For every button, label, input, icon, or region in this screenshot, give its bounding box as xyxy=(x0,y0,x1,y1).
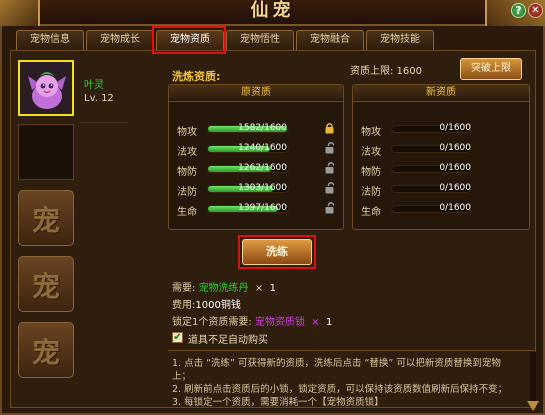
breakthrough-limit-button[interactable]: 突破上限 xyxy=(460,58,522,80)
unlocked-padlock-icon[interactable] xyxy=(325,142,335,154)
stat-label: 法防 xyxy=(361,187,381,198)
pet-slot-selected[interactable] xyxy=(18,60,74,116)
stat-row: 物攻 0/1600 xyxy=(353,121,529,138)
hint-text-box: 1. 点击 “洗练” 可获得新的资质，洗练后点击 “替换” 可以把新资质替换到宠… xyxy=(168,350,536,408)
tab-pet-growth[interactable]: 宠物成长 xyxy=(86,30,154,50)
pet-slot-locked[interactable]: 宠 xyxy=(18,322,74,378)
active-tab-highlight xyxy=(152,26,226,54)
stat-label: 法攻 xyxy=(177,147,197,158)
locked-slot-glyph: 宠 xyxy=(31,204,60,237)
stat-label: 法攻 xyxy=(361,147,381,158)
stat-row: 生命 1397/1600 xyxy=(169,201,343,218)
stat-row: 物防 1262/1600 xyxy=(169,161,343,178)
stat-row: 法攻 1240/1600 xyxy=(169,141,343,158)
tab-bar: 宠物信息 宠物成长 宠物资质 宠物悟性 宠物融合 宠物技能 xyxy=(10,28,535,50)
hint-line: 2. 刷新前点击资质后的小锁，锁定资质，可以保持该资质数值刷新后保持不变； xyxy=(172,384,508,395)
stat-value: 0/1600 xyxy=(439,183,471,193)
wash-button[interactable]: 洗练 xyxy=(242,239,312,265)
stat-value: 1582/1600 xyxy=(238,123,287,133)
lock-label: 锁定1个资质需要: xyxy=(172,317,252,328)
stat-label: 物防 xyxy=(361,167,381,178)
stat-row: 法攻 0/1600 xyxy=(353,141,529,158)
stat-value: 0/1600 xyxy=(439,143,471,153)
divider xyxy=(80,122,128,123)
lock-count: 1 xyxy=(326,317,333,328)
tab-pet-info[interactable]: 宠物信息 xyxy=(16,30,84,50)
stat-value: 0/1600 xyxy=(439,203,471,213)
hint-line: 上； xyxy=(172,371,192,382)
stat-value: 1303/1600 xyxy=(238,183,287,193)
aptitude-limit-label: 资质上限: 1600 xyxy=(350,66,422,77)
auto-buy-checkbox[interactable]: ✔ xyxy=(172,332,183,343)
auto-buy-label: 道具不足自动购买 xyxy=(188,335,268,346)
stat-row: 法防 1303/1600 xyxy=(169,181,343,198)
window-title: 仙宠 xyxy=(250,0,295,21)
original-aptitude-header: 原资质 xyxy=(169,85,343,102)
close-icon[interactable]: ✕ xyxy=(528,3,543,18)
stat-label: 物攻 xyxy=(361,127,381,138)
stat-row: 物攻 1582/1600 xyxy=(169,121,343,138)
stat-value: 0/1600 xyxy=(439,163,471,173)
help-icon[interactable]: ? xyxy=(511,3,526,18)
pet-slot-locked[interactable]: 宠 xyxy=(18,190,74,246)
stat-row: 物防 0/1600 xyxy=(353,161,529,178)
tab-pet-insight[interactable]: 宠物悟性 xyxy=(226,30,294,50)
pet-slot-locked[interactable]: 宠 xyxy=(18,256,74,312)
unlocked-padlock-icon[interactable] xyxy=(325,202,335,214)
hint-scrollbar[interactable] xyxy=(530,352,536,402)
locked-slot-glyph: 宠 xyxy=(31,336,60,369)
wash-section-title: 洗炼资质: xyxy=(172,70,221,83)
pet-avatar-icon xyxy=(28,72,66,109)
stat-label: 物攻 xyxy=(177,127,197,138)
pet-slot-empty[interactable] xyxy=(18,124,74,180)
requirement-line: 需要: 宠物洗练丹 × 1 xyxy=(172,279,276,294)
stat-label: 生命 xyxy=(177,207,197,218)
stat-label: 法防 xyxy=(177,187,197,198)
hint-line: 3. 每锁定一个资质，需要消耗一个【宠物资质锁】 xyxy=(172,397,384,408)
need-times: × xyxy=(254,283,264,294)
pet-level: Lv. 12 xyxy=(84,93,114,104)
stat-value: 1397/1600 xyxy=(238,203,287,213)
unlocked-padlock-icon[interactable] xyxy=(325,162,335,174)
stat-label: 生命 xyxy=(361,207,381,218)
stat-row: 生命 0/1600 xyxy=(353,201,529,218)
stat-value: 0/1600 xyxy=(439,123,471,133)
stat-value: 1240/1600 xyxy=(238,143,287,153)
cost-label: 费用: xyxy=(172,300,196,311)
stat-row: 法防 0/1600 xyxy=(353,181,529,198)
locked-slot-glyph: 宠 xyxy=(31,270,60,303)
stat-value: 1262/1600 xyxy=(238,163,287,173)
need-item-link[interactable]: 宠物洗练丹 xyxy=(199,283,249,294)
cost-line: 费用:1000铜钱 xyxy=(172,296,241,311)
lock-item-link[interactable]: 宠物资质锁 xyxy=(255,317,305,328)
tab-pet-skills[interactable]: 宠物技能 xyxy=(366,30,434,50)
tab-pet-fusion[interactable]: 宠物融合 xyxy=(296,30,364,50)
new-aptitude-header: 新资质 xyxy=(353,85,529,102)
new-aptitude-panel: 新资质 物攻 0/1600 法攻 0/1600 物防 0/1600 法防 0/1600 生命 0/… xyxy=(352,84,530,230)
need-label: 需要: xyxy=(172,283,196,294)
hint-line: 1. 点击 “洗练” 可获得新的资质，洗练后点击 “替换” 可以把新资质替换到宠… xyxy=(172,358,501,369)
cost-value: 1000铜钱 xyxy=(195,300,241,311)
lock-requirement-line: 锁定1个资质需要: 宠物资质锁 × 1 xyxy=(172,313,332,328)
lock-times: × xyxy=(311,317,320,328)
original-aptitude-panel: 原资质 物攻 1582/1600 法攻 1240/1600 物防 1262/1600 法防 1… xyxy=(168,84,344,230)
title-bar: 仙宠 xyxy=(0,0,545,26)
stat-label: 物防 xyxy=(177,167,197,178)
locked-padlock-icon[interactable] xyxy=(325,122,334,134)
pet-name: 叶灵 xyxy=(84,80,104,91)
need-count: 1 xyxy=(269,283,277,294)
unlocked-padlock-icon[interactable] xyxy=(325,182,335,194)
